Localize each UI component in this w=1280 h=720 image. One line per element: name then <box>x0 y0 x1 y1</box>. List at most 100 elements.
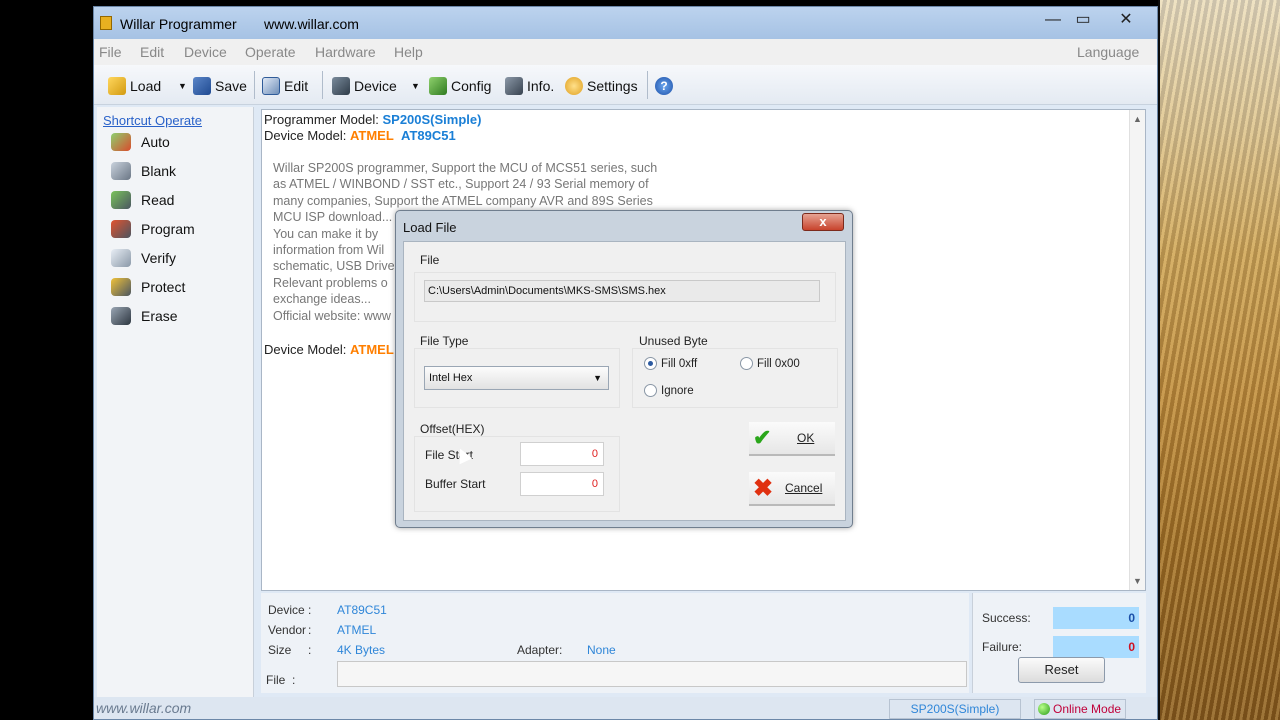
fill-ff-label: Fill 0xff <box>661 357 698 370</box>
status-bar: www.willar.com SP200S(Simple) Online Mod… <box>94 697 1157 719</box>
colon: : <box>308 623 312 637</box>
unused-byte-group-label: Unused Byte <box>639 334 708 348</box>
edit-button[interactable]: Edit <box>262 74 308 98</box>
shortcut-blank[interactable]: Blank <box>111 162 176 180</box>
device-info-panel: Device : AT89C51 Vendor : ATMEL Size : 4… <box>261 593 969 693</box>
menu-operate[interactable]: Operate <box>245 44 296 60</box>
verify-icon <box>111 249 131 267</box>
ok-button[interactable]: ✔ OK <box>749 422 835 456</box>
load-file-dialog: Load File x File C:\Users\Admin\Document… <box>395 210 853 528</box>
dialog-close-button[interactable]: x <box>802 213 844 231</box>
title-bar[interactable]: Willar Programmer www.willar.com — ▭ ✕ <box>94 7 1157 39</box>
radio-unselected-icon <box>644 384 657 397</box>
menu-hardware[interactable]: Hardware <box>315 44 376 60</box>
shortcut-program[interactable]: Program <box>111 220 195 238</box>
file-path-input[interactable]: C:\Users\Admin\Documents\MKS-SMS\SMS.hex <box>424 280 820 302</box>
folder-icon <box>108 77 126 95</box>
device-model-label: Device Model: <box>264 128 350 143</box>
adapter-info-value: None <box>587 643 616 657</box>
device-info-value: AT89C51 <box>337 603 387 617</box>
app-icon <box>100 16 112 30</box>
maximize-button[interactable]: ▭ <box>1069 9 1097 31</box>
device-info-label: Device <box>268 603 305 617</box>
help-button[interactable]: ? <box>655 74 677 98</box>
device-model-line: Device Model: ATMEL AT89C51 <box>264 128 456 143</box>
scroll-down-icon[interactable]: ▼ <box>1133 576 1142 586</box>
config-label: Config <box>451 78 492 94</box>
vertical-scrollbar[interactable]: ▲ ▼ <box>1129 110 1145 590</box>
colon: : <box>292 673 296 687</box>
size-info-label: Size <box>268 643 292 657</box>
load-label: Load <box>130 78 162 94</box>
protect-icon <box>111 278 131 296</box>
config-icon <box>429 77 447 95</box>
fill-00-radio[interactable]: Fill 0x00 <box>740 357 800 370</box>
buffer-start-input[interactable]: 0 <box>520 472 604 496</box>
shortcut-program-label: Program <box>141 221 195 237</box>
program-icon <box>111 220 131 238</box>
info-button[interactable]: Info. <box>505 74 554 98</box>
device-model-label-2: Device Model: <box>264 342 350 357</box>
success-counter: 0 <box>1053 607 1139 629</box>
menu-help[interactable]: Help <box>394 44 423 60</box>
read-icon <box>111 191 131 209</box>
save-button[interactable]: Save <box>193 74 247 98</box>
fill-ff-radio[interactable]: Fill 0xff <box>644 357 697 370</box>
file-path-field <box>337 661 967 687</box>
online-status-icon <box>1038 703 1050 715</box>
shortcut-protect[interactable]: Protect <box>111 278 185 296</box>
radio-unselected-icon <box>740 357 753 370</box>
shortcut-erase-label: Erase <box>141 308 178 324</box>
shortcut-protect-label: Protect <box>141 279 186 295</box>
shortcut-read[interactable]: Read <box>111 191 174 209</box>
window-title: Willar Programmer <box>120 16 237 32</box>
toolbar-separator <box>647 71 648 99</box>
screen: Willar Programmer www.willar.com — ▭ ✕ F… <box>0 0 1280 720</box>
dialog-title: Load File <box>403 220 457 235</box>
scroll-up-icon[interactable]: ▲ <box>1133 114 1142 124</box>
auto-icon <box>111 133 131 151</box>
device-button[interactable]: Device <box>332 74 397 98</box>
gear-icon <box>565 77 583 95</box>
load-button[interactable]: Load <box>108 74 161 98</box>
buffer-start-label: Buffer Start <box>425 477 486 491</box>
load-dropdown-icon[interactable]: ▼ <box>178 74 187 98</box>
cancel-button[interactable]: ✖ Cancel <box>749 472 835 506</box>
device-dropdown-icon[interactable]: ▼ <box>411 74 420 98</box>
fill-00-label: Fill 0x00 <box>757 357 800 370</box>
shortcut-verify[interactable]: Verify <box>111 249 176 267</box>
vendor-info-label: Vendor <box>268 623 307 637</box>
file-type-select[interactable]: Intel Hex ▼ <box>424 366 609 390</box>
device-label: Device <box>354 78 397 94</box>
reset-button[interactable]: Reset <box>1018 657 1105 683</box>
radio-selected-icon <box>644 357 657 370</box>
check-icon: ✔ <box>753 425 772 450</box>
shortcut-auto[interactable]: Auto <box>111 133 170 151</box>
menu-device[interactable]: Device <box>184 44 227 60</box>
menu-edit[interactable]: Edit <box>140 44 164 60</box>
info-label: Info. <box>527 78 555 94</box>
window-url: www.willar.com <box>264 16 359 32</box>
shortcut-read-label: Read <box>141 192 175 208</box>
menu-file[interactable]: File <box>99 44 122 60</box>
chevron-down-icon: ▼ <box>593 373 602 383</box>
shortcut-header[interactable]: Shortcut Operate <box>103 113 202 128</box>
close-button[interactable]: ✕ <box>1111 9 1141 31</box>
size-info-value: 4K Bytes <box>337 643 386 657</box>
file-start-input[interactable]: 0 <box>520 442 604 466</box>
colon: : <box>308 603 312 617</box>
menu-language[interactable]: Language <box>1077 44 1139 60</box>
config-button[interactable]: Config <box>429 74 491 98</box>
settings-button[interactable]: Settings <box>565 74 638 98</box>
desc-line: as ATMEL / WINBOND / SST etc., Support 2… <box>273 177 649 192</box>
minimize-button[interactable]: — <box>1039 9 1067 31</box>
adapter-info-label: Adapter: <box>517 643 563 657</box>
ignore-radio[interactable]: Ignore <box>644 384 694 397</box>
device-vendor: ATMEL <box>349 128 394 143</box>
status-online-mode: Online Mode <box>1034 699 1126 719</box>
help-icon: ? <box>655 77 673 95</box>
chip-icon <box>332 77 350 95</box>
shortcut-erase[interactable]: Erase <box>111 307 178 325</box>
menu-bar: File Edit Device Operate Hardware Help L… <box>94 39 1157 65</box>
device-vendor-2: ATMEL <box>349 342 394 357</box>
